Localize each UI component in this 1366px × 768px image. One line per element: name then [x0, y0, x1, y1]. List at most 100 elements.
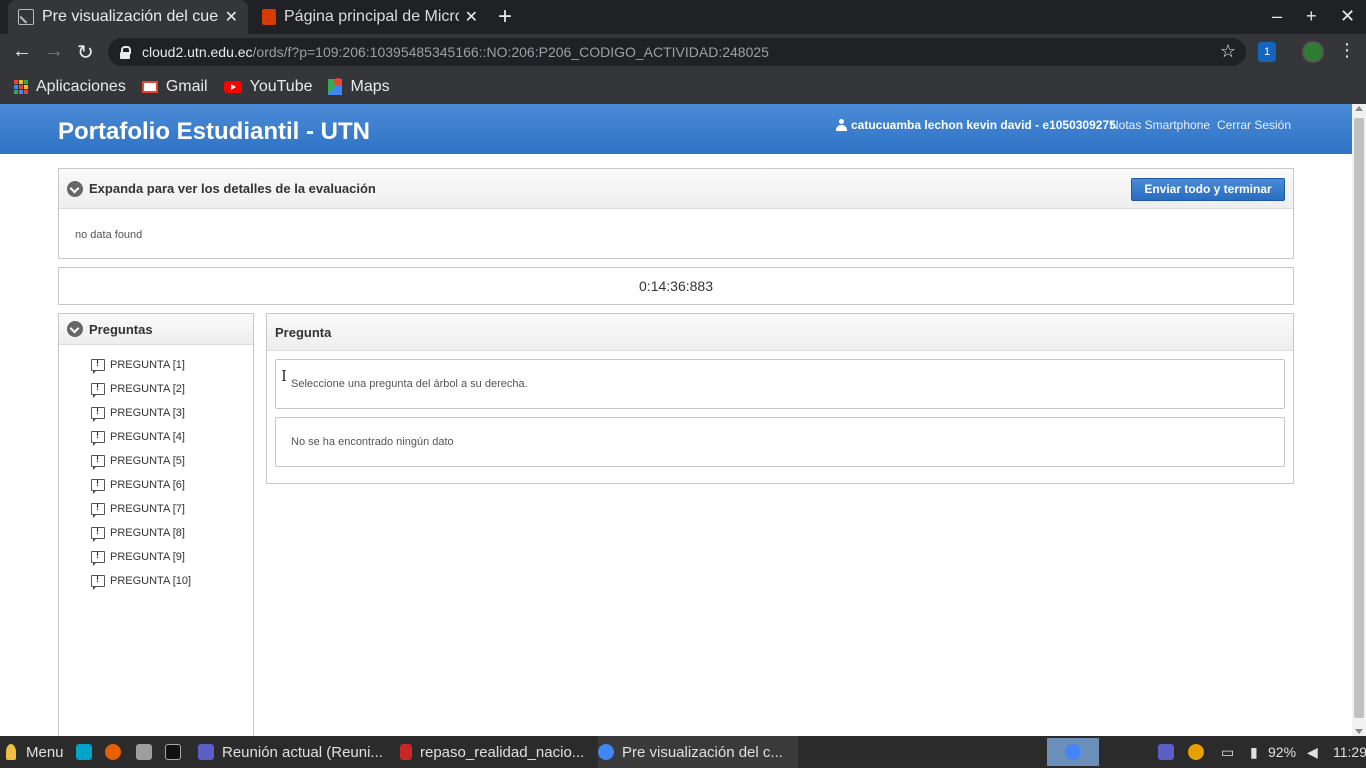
chrome-menu-icon[interactable]: ⋮ — [1338, 40, 1356, 61]
question-panel: Pregunta Seleccione una pregunta del árb… — [266, 313, 1294, 484]
timer-region: 0:14:36:883 — [58, 267, 1294, 305]
battery-icon[interactable]: ▮ — [1250, 744, 1258, 761]
question-icon — [91, 454, 105, 470]
terminal-icon[interactable] — [165, 744, 181, 760]
notas-smartphone-link[interactable]: Notas Smartphone — [1110, 118, 1210, 132]
firefox-icon[interactable] — [105, 744, 121, 760]
question-icon — [91, 430, 105, 446]
new-tab-button[interactable]: + — [498, 4, 512, 30]
scroll-down-icon[interactable] — [1355, 729, 1363, 734]
no-data-text: no data found — [75, 229, 143, 241]
forward-arrow-icon[interactable]: → — [44, 40, 64, 63]
question-label[interactable]: PREGUNTA [8] — [110, 527, 185, 539]
window-title: repaso_realidad_nacio... — [420, 743, 585, 761]
question-label[interactable]: PREGUNTA [9] — [110, 551, 185, 563]
chevron-down-icon[interactable] — [67, 180, 83, 197]
question-label[interactable]: PREGUNTA [6] — [110, 479, 185, 491]
back-arrow-icon[interactable]: ← — [12, 40, 32, 63]
maximize-button[interactable]: + — [1306, 6, 1317, 27]
taskbar-window-teams[interactable]: Reunión actual (Reuni... — [198, 736, 394, 768]
workspace-switcher[interactable] — [1047, 738, 1099, 766]
tab-quiz-preview[interactable]: Pre visualización del cuestionario ✕ — [8, 0, 248, 34]
tree-item-question[interactable]: PREGUNTA [2] — [91, 382, 185, 398]
start-menu-button[interactable]: Menu — [6, 736, 64, 768]
bookmark-star-icon[interactable]: ☆ — [1220, 41, 1236, 62]
tree-item-question[interactable]: PREGUNTA [1] — [91, 358, 185, 374]
files-icon[interactable] — [136, 744, 152, 760]
question-icon — [91, 502, 105, 518]
pdf-icon — [400, 744, 412, 760]
tree-item-question[interactable]: PREGUNTA [9] — [91, 550, 185, 566]
minimize-button[interactable]: – — [1272, 6, 1282, 27]
page-viewport: Portafolio Estudiantil - UTN catucuamba … — [0, 104, 1352, 736]
bookmark-label: YouTube — [249, 78, 313, 95]
close-tab-icon[interactable]: ✕ — [465, 7, 478, 27]
scrollbar-thumb[interactable] — [1354, 118, 1364, 718]
taskbar-window-pdf[interactable]: repaso_realidad_nacio... — [400, 736, 594, 768]
tree-item-question[interactable]: PREGUNTA [3] — [91, 406, 185, 422]
tree-item-question[interactable]: PREGUNTA [5] — [91, 454, 185, 470]
window-title: Reunión actual (Reuni... — [222, 743, 383, 761]
address-bar[interactable]: cloud2.utn.edu.ec/ords/f?p=109:206:10395… — [108, 38, 1246, 66]
close-tab-icon[interactable]: ✕ — [225, 7, 238, 27]
question-label[interactable]: PREGUNTA [10] — [110, 575, 191, 587]
os-taskbar: Menu Reunión actual (Reuni... repaso_rea… — [0, 736, 1366, 768]
bookmark-gmail[interactable]: Gmail — [141, 78, 208, 96]
question-label[interactable]: PREGUNTA [5] — [110, 455, 185, 467]
timer-text: 0:14:36:883 — [639, 278, 713, 294]
user-icon — [836, 119, 847, 131]
reload-icon[interactable]: ↻ — [77, 40, 94, 65]
question-label[interactable]: PREGUNTA [3] — [110, 407, 185, 419]
clock[interactable]: 11:29 — [1333, 744, 1366, 760]
question-label[interactable]: PREGUNTA [2] — [110, 383, 185, 395]
submit-all-button[interactable]: Enviar todo y terminar — [1131, 178, 1285, 201]
bookmark-label: Maps — [350, 78, 390, 95]
evaluation-details-header[interactable]: Expanda para ver los detalles de la eval… — [59, 169, 1293, 209]
tree-item-question[interactable]: PREGUNTA [7] — [91, 502, 185, 518]
browser-toolbar: ← → ↻ cloud2.utn.edu.ec/ords/f?p=109:206… — [0, 34, 1366, 70]
extension-icon[interactable]: 1 — [1258, 42, 1276, 62]
menu-label: Menu — [26, 743, 64, 761]
bookmark-label: Gmail — [165, 78, 208, 95]
show-desktop-icon[interactable] — [76, 744, 92, 760]
tab-office-home[interactable]: Página principal de Microsoft Office ✕ — [252, 0, 488, 34]
question-instruction-text: Seleccione una pregunta del árbol a su d… — [291, 378, 528, 390]
question-label[interactable]: PREGUNTA [4] — [110, 431, 185, 443]
tab-title: Página principal de Microsoft Office — [284, 8, 459, 25]
tree-item-question[interactable]: PREGUNTA [6] — [91, 478, 185, 494]
question-empty-text: No se ha encontrado ningún dato — [291, 436, 454, 448]
questions-heading: Preguntas — [89, 321, 153, 337]
chrome-icon — [598, 744, 614, 760]
tree-item-question[interactable]: PREGUNTA [4] — [91, 430, 185, 446]
question-label[interactable]: PREGUNTA [1] — [110, 359, 185, 371]
scroll-up-icon[interactable] — [1355, 106, 1363, 111]
question-panel-heading: Pregunta — [275, 324, 332, 340]
tree-item-question[interactable]: PREGUNTA [8] — [91, 526, 185, 542]
questions-region: Preguntas PREGUNTA [1] PREGUNTA [2] PREG… — [58, 313, 254, 736]
question-icon — [91, 406, 105, 422]
url-text: cloud2.utn.edu.ec/ords/f?p=109:206:10395… — [142, 44, 769, 60]
volume-icon[interactable]: ◀ — [1307, 744, 1318, 761]
question-label[interactable]: PREGUNTA [7] — [110, 503, 185, 515]
bookmark-maps[interactable]: Maps — [328, 78, 390, 96]
question-icon — [91, 382, 105, 398]
close-window-button[interactable]: ✕ — [1340, 6, 1355, 27]
lock-icon — [120, 46, 131, 59]
chevron-down-icon[interactable] — [67, 321, 83, 337]
logout-link[interactable]: Cerrar Sesión — [1217, 118, 1291, 132]
question-icon — [91, 574, 105, 590]
tree-item-question[interactable]: PREGUNTA [10] — [91, 574, 191, 590]
notification-icon[interactable]: ▭ — [1221, 744, 1234, 761]
taskbar-window-chrome[interactable]: Pre visualización del c... — [598, 736, 798, 768]
profile-avatar[interactable] — [1302, 41, 1324, 63]
office-favicon-icon — [262, 9, 276, 25]
image-favicon-icon — [18, 9, 34, 25]
bookmark-youtube[interactable]: YouTube — [223, 78, 313, 96]
question-icon — [91, 358, 105, 374]
update-tray-icon[interactable] — [1188, 744, 1204, 760]
bookmark-aplicaciones[interactable]: Aplicaciones — [14, 78, 126, 96]
window-title: Pre visualización del c... — [622, 743, 783, 761]
teams-tray-icon[interactable] — [1158, 744, 1174, 760]
questions-header[interactable]: Preguntas — [59, 314, 253, 345]
page-scrollbar[interactable] — [1352, 104, 1366, 736]
